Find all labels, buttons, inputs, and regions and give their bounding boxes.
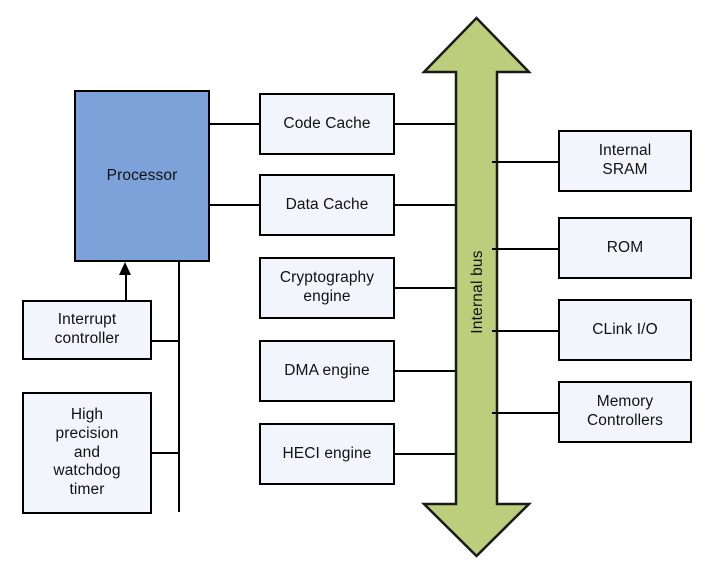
block-processor: Processor [74,90,210,262]
block-diagram-canvas: Processor Interrupt controller High prec… [0,0,714,571]
connector-trunk-interrupt-controller [152,340,180,342]
block-heci-engine: HECI engine [259,423,395,485]
block-clink-io: CLink I/O [558,299,692,361]
block-cryptography-engine: Cryptography engine [259,257,395,319]
connector-interrupt-controller-processor [125,275,127,300]
block-internal-sram: Internal SRAM [558,130,692,192]
connector-processor-data-cache [209,204,261,206]
connector-bus-memory-controllers [492,412,560,414]
connector-trunk-timer [152,452,180,454]
internal-bus [420,14,535,559]
block-memory-controllers: Memory Controllers [558,381,692,443]
arrow-up-icon [119,262,131,275]
block-code-cache: Code Cache [259,93,395,155]
block-high-precision-watchdog-timer: High precision and watchdog timer [22,392,152,514]
block-interrupt-controller: Interrupt controller [22,300,152,360]
block-rom: ROM [558,217,692,279]
left-bus-trunk [178,260,180,512]
connector-processor-code-cache [209,123,261,125]
internal-bus-shape [420,16,533,558]
block-data-cache: Data Cache [259,174,395,236]
block-dma-engine: DMA engine [259,340,395,402]
connector-bus-rom [492,248,560,250]
connector-bus-clink-io [492,330,560,332]
connector-bus-internal-sram [492,161,560,163]
